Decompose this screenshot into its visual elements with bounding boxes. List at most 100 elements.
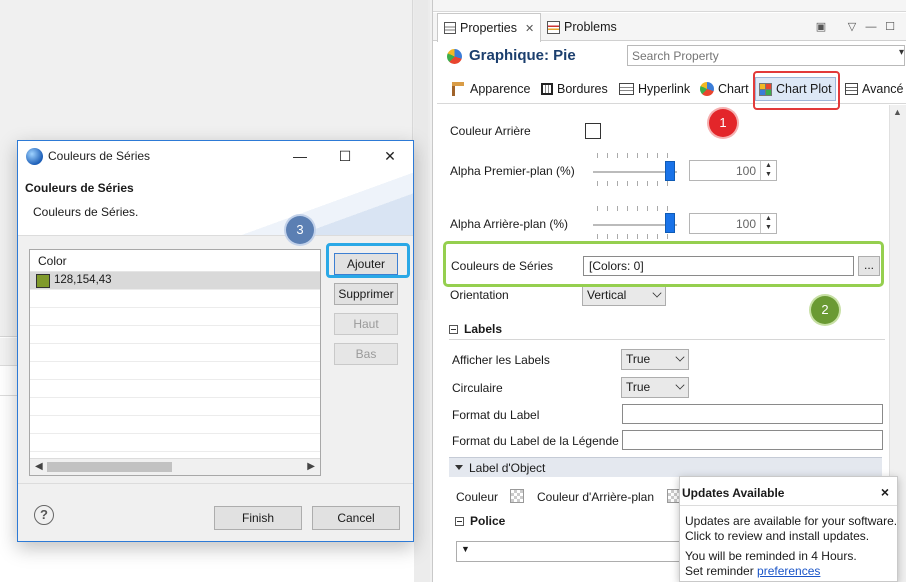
label-object-couleur-label: Couleur xyxy=(456,490,499,504)
haut-button[interactable]: Haut xyxy=(334,313,398,335)
alpha-premier-slider-thumb[interactable] xyxy=(665,161,675,181)
updates-notification: Updates Available × Updates are availabl… xyxy=(679,476,898,582)
table-row xyxy=(30,398,320,416)
tab-apparence[interactable]: Apparence xyxy=(449,77,533,101)
tab-hyperlink-label: Hyperlink xyxy=(638,82,691,96)
spinner-buttons[interactable]: ▲ ▼ xyxy=(760,161,776,180)
view-menu-icon[interactable]: ▽ xyxy=(844,19,860,35)
spin-down-icon[interactable]: ▼ xyxy=(761,223,776,232)
police-section-title: Police xyxy=(470,514,506,528)
scrollbar-thumb[interactable] xyxy=(47,462,172,472)
notification-line4: Set reminder preferences xyxy=(685,564,820,578)
finish-button[interactable]: Finish xyxy=(214,506,302,530)
alpha-premier-slider-ticks-bottom xyxy=(597,181,677,186)
label-object-title: Label d'Object xyxy=(469,460,546,475)
couleur-arriere-swatch[interactable] xyxy=(585,123,601,139)
label-object-group-toggle[interactable]: Label d'Object xyxy=(449,457,882,477)
section-divider xyxy=(449,339,885,340)
format-label-input[interactable] xyxy=(622,404,883,424)
cancel-button[interactable]: Cancel xyxy=(312,506,400,530)
tab-problems-label: Problems xyxy=(564,20,617,34)
alpha-arriere-slider-ticks xyxy=(597,206,677,211)
circulaire-select[interactable]: True xyxy=(621,377,689,398)
preferences-link[interactable]: preferences xyxy=(757,564,820,578)
notification-title: Updates Available xyxy=(682,486,785,500)
labels-section-toggle[interactable]: Labels xyxy=(449,322,502,336)
maximize-icon[interactable]: ☐ xyxy=(882,19,898,35)
table-horizontal-scrollbar[interactable]: ◀ ▶ xyxy=(30,458,320,475)
editor-vertical-scrollbar[interactable] xyxy=(414,0,428,300)
dialog-title: Couleurs de Séries xyxy=(48,149,151,163)
alpha-premier-slider-ticks xyxy=(597,153,677,158)
color-value: 128,154,43 xyxy=(54,274,112,286)
scroll-left-icon[interactable]: ◀ xyxy=(35,461,43,472)
alpha-arriere-value: 100 xyxy=(735,217,756,231)
maximize-icon[interactable]: ☐ xyxy=(330,145,360,167)
expand-icon xyxy=(455,465,463,470)
spin-down-icon[interactable]: ▼ xyxy=(761,170,776,179)
highlight-chart-plot-tab xyxy=(753,71,840,110)
alpha-arriere-spinner[interactable]: 100 ▲ ▼ xyxy=(689,213,777,234)
tab-properties-label: Properties xyxy=(460,21,517,35)
spin-up-icon[interactable]: ▲ xyxy=(761,214,776,223)
notification-divider xyxy=(680,505,897,506)
chevron-down-icon: ▼ xyxy=(461,544,470,554)
tab-problems[interactable]: Problems xyxy=(541,13,623,41)
pin-view-icon[interactable]: ▣ xyxy=(813,19,829,35)
annotation-badge-2: 2 xyxy=(811,296,839,324)
police-font-select[interactable]: ▼ xyxy=(456,541,686,562)
highlight-ajouter-button xyxy=(326,243,410,278)
color-table[interactable]: Color 128,154,43 ◀ ▶ xyxy=(29,249,321,476)
alpha-arriere-slider-thumb[interactable] xyxy=(665,213,675,233)
chevron-down-icon xyxy=(675,380,685,390)
bas-button[interactable]: Bas xyxy=(334,343,398,365)
police-section-toggle[interactable]: Police xyxy=(455,514,505,528)
advanced-icon xyxy=(845,83,858,95)
tab-avance[interactable]: Avancé xyxy=(842,77,906,101)
afficher-labels-select[interactable]: True xyxy=(621,349,689,370)
page-title: Graphique: Pie xyxy=(469,47,576,64)
table-row xyxy=(30,344,320,362)
afficher-labels-label: Afficher les Labels xyxy=(452,353,550,367)
spin-up-icon[interactable]: ▲ xyxy=(761,161,776,170)
supprimer-button[interactable]: Supprimer xyxy=(334,283,398,305)
table-row[interactable]: 128,154,43 xyxy=(30,272,320,290)
tab-chart-label: Chart xyxy=(718,82,749,96)
couleurs-series-dialog: Couleurs de Séries — ☐ ✕ Couleurs de Sér… xyxy=(17,140,414,542)
alpha-premier-spinner[interactable]: 100 ▲ ▼ xyxy=(689,160,777,181)
close-icon[interactable]: × xyxy=(881,484,889,500)
tab-apparence-label: Apparence xyxy=(470,82,531,96)
label-object-couleur-swatch[interactable] xyxy=(510,489,524,503)
reminder-prefix: Set reminder xyxy=(685,564,758,578)
tab-hyperlink[interactable]: Hyperlink xyxy=(616,77,693,101)
chevron-down-icon xyxy=(675,352,685,362)
minimize-icon[interactable]: — xyxy=(863,19,879,35)
scroll-up-icon[interactable]: ▲ xyxy=(893,107,902,117)
table-row xyxy=(30,416,320,434)
tab-bordures[interactable]: Bordures xyxy=(538,77,611,101)
minimize-icon[interactable]: — xyxy=(285,145,315,167)
annotation-badge-3: 3 xyxy=(286,216,314,244)
tab-chart[interactable]: Chart xyxy=(697,77,752,101)
circulaire-label: Circulaire xyxy=(452,381,503,395)
tab-properties[interactable]: Properties ✕ xyxy=(437,13,542,42)
close-icon[interactable]: ✕ xyxy=(375,145,405,167)
border-icon xyxy=(541,83,553,95)
notification-line2: Click to review and install updates. xyxy=(685,529,870,543)
properties-header: Graphique: Pie ▾ xyxy=(437,43,906,71)
alpha-premier-value: 100 xyxy=(735,164,756,178)
orientation-label: Orientation xyxy=(450,288,509,302)
collapse-icon xyxy=(449,324,458,334)
format-legende-input[interactable] xyxy=(622,430,883,450)
close-icon[interactable]: ✕ xyxy=(525,22,534,35)
table-row xyxy=(30,308,320,326)
dialog-heading: Couleurs de Séries xyxy=(25,181,134,195)
orientation-select[interactable]: Vertical xyxy=(582,285,666,306)
couleur-arriere-label: Couleur Arrière xyxy=(450,124,531,138)
help-icon[interactable]: ? xyxy=(34,505,54,525)
spinner-buttons[interactable]: ▲ ▼ xyxy=(760,214,776,233)
scroll-right-icon[interactable]: ▶ xyxy=(307,461,315,472)
search-property-input[interactable] xyxy=(627,45,905,66)
dialog-footer: ? Finish Cancel xyxy=(18,483,413,541)
chevron-down-icon[interactable]: ▾ xyxy=(899,47,904,58)
